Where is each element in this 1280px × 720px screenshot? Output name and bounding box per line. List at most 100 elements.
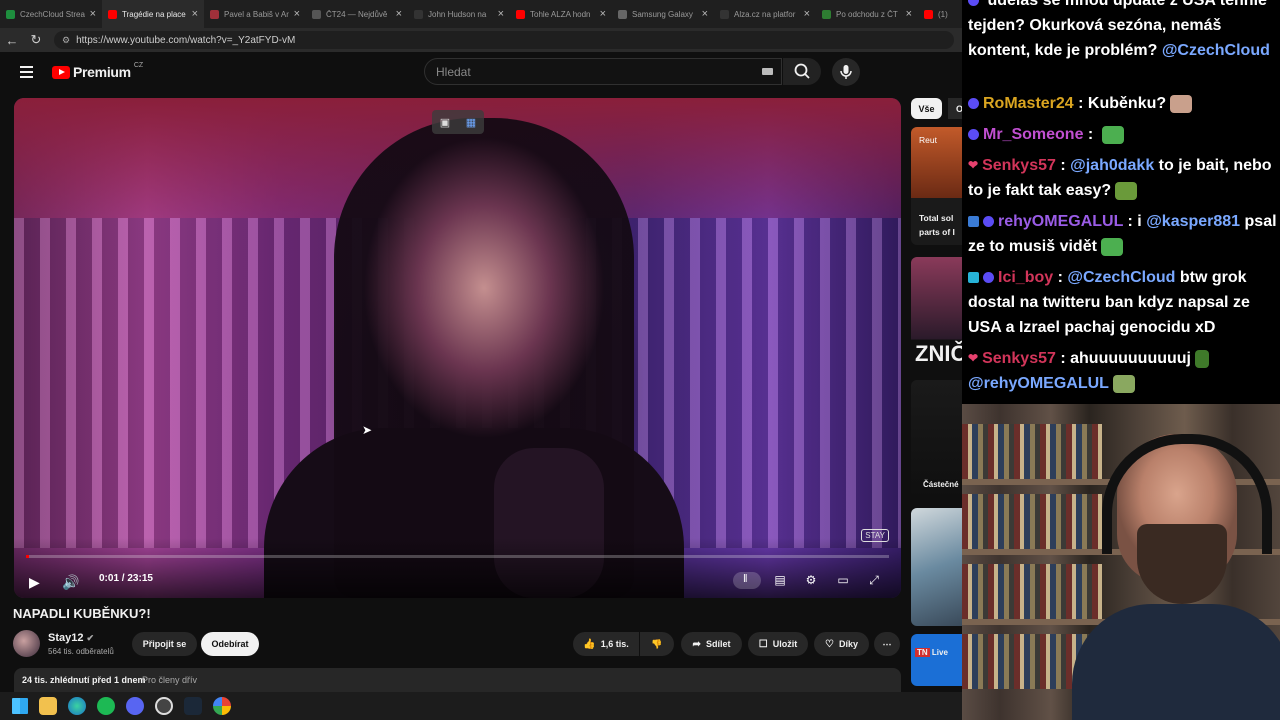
os-taskbar <box>0 692 962 720</box>
chat-mention-0: @CzechCloud <box>1161 42 1270 59</box>
chat-text-6: ahuuuuuuuuuuj <box>1070 350 1191 367</box>
recommended-video-1[interactable]: Reut Total sol parts of I <box>911 127 962 245</box>
join-button[interactable]: Připojit se <box>132 632 197 656</box>
volume-icon[interactable]: 🔊 <box>62 574 79 591</box>
progress-bar[interactable] <box>26 555 889 558</box>
rec2-caption: ZNIČ <box>915 341 962 366</box>
subscribe-button[interactable]: Odebírat <box>201 632 259 656</box>
close-tab-icon[interactable]: × <box>396 8 402 20</box>
close-tab-icon[interactable]: × <box>804 8 810 20</box>
join-label: Připojit se <box>142 639 187 649</box>
chat-message-3: ❤ Senkys57 : @jah0dakk to je bait, nebo t… <box>968 153 1280 203</box>
chip-next[interactable]: O <box>948 98 962 119</box>
menu-icon[interactable] <box>20 66 33 81</box>
dislike-button[interactable]: 👎 <box>640 632 674 656</box>
chat-badge-icon <box>968 129 979 141</box>
chat-message-5: Ici_boy : @CzechCloud btw grok dostal na… <box>968 269 1250 336</box>
close-tab-icon[interactable]: × <box>192 8 198 20</box>
webcam-person-body <box>1072 604 1280 720</box>
spotify-icon[interactable] <box>97 697 115 715</box>
search-input[interactable]: Hledat <box>424 58 782 85</box>
youtube-logo[interactable]: Premium CZ <box>52 62 143 80</box>
subscriber-count: 564 tis. odběratelů <box>48 647 114 656</box>
browser-tab[interactable]: Pavel a Babiš v Ar × <box>204 0 306 28</box>
chat-badge-icon <box>983 216 994 228</box>
tab-title: Samsung Galaxy <box>632 9 693 19</box>
tab-title: Pavel a Babiš v Ar <box>224 9 289 19</box>
discord-icon[interactable] <box>126 697 144 715</box>
browser-tab[interactable]: Samsung Galaxy × <box>612 0 714 28</box>
steam-icon[interactable] <box>184 697 202 715</box>
search-placeholder: Hledat <box>436 64 471 79</box>
headphones-icon <box>1102 434 1272 554</box>
tab-favicon-icon <box>6 9 15 19</box>
current-time: 0:01 <box>99 573 120 584</box>
browser-tab[interactable]: Tohle ALZA hodn × <box>510 0 612 28</box>
channel-watermark[interactable]: STAY <box>861 529 889 542</box>
edge-browser-icon[interactable] <box>68 697 86 715</box>
cast-icon[interactable]: ▦ <box>466 116 476 129</box>
recommended-video-5[interactable]: TN Live <box>911 634 962 686</box>
fullscreen-icon[interactable]: ⤢ <box>865 572 883 588</box>
voice-search-button[interactable] <box>832 58 860 86</box>
chat-mention-6: @rehyOMEGALUL <box>968 375 1109 393</box>
autoplay-toggle[interactable] <box>733 572 761 589</box>
recommended-video-2[interactable]: ZNIČ <box>911 257 962 375</box>
theater-mode-icon[interactable]: ▭ <box>834 572 852 588</box>
close-tab-icon[interactable]: × <box>600 8 606 20</box>
share-button[interactable]: ➦ Sdílet <box>681 632 742 656</box>
channel-name[interactable]: Stay12 <box>48 632 83 644</box>
rec1-caption-2: Total sol <box>919 213 954 223</box>
tab-title: CzechCloud Strea <box>20 9 85 19</box>
play-button[interactable]: ▶ <box>29 574 40 591</box>
chat-message-4: rehyOMEGALUL : i @kasper881 psal ze to m… <box>968 213 1277 256</box>
more-horizontal-icon: ⋯ <box>882 638 892 649</box>
recommended-video-4[interactable] <box>911 508 962 626</box>
like-button[interactable]: 👍 1,6 tis. <box>573 632 639 656</box>
close-tab-icon[interactable]: × <box>90 8 96 20</box>
file-explorer-icon[interactable] <box>39 697 57 715</box>
tab-title: Alza.cz na platfor <box>734 9 796 19</box>
browser-tab[interactable]: Po odchodu z ČT × <box>816 0 918 28</box>
more-actions-button[interactable]: ⋯ <box>874 632 900 656</box>
windows-start-icon[interactable] <box>12 698 28 714</box>
subtitles-icon[interactable]: ▤ <box>771 572 789 588</box>
chat-badge-icon <box>968 272 979 284</box>
settings-gear-icon[interactable]: ⚙ <box>802 572 820 588</box>
url-field[interactable]: ⚙ https://www.youtube.com/watch?v=_Y2atF… <box>54 31 954 49</box>
browser-tab-bar: CzechCloud Strea × Tragédie na place × Pavel… <box>0 0 962 28</box>
thanks-button[interactable]: ♡ Díky <box>814 632 869 656</box>
browser-tab[interactable]: (1)× <box>918 0 962 28</box>
video-player[interactable]: ▣ ▦ STAY ➤ ▶ 🔊 0:01 / 23:15 ▤ ⚙ ▭ ⤢ <box>14 98 901 598</box>
close-tab-icon[interactable]: × <box>498 8 504 20</box>
miniplayer-icon[interactable]: ▣ <box>440 116 450 129</box>
heart-badge-icon: ❤ <box>968 158 979 173</box>
thumbs-up-icon: 👍 <box>583 638 596 650</box>
chat-user-6: Senkys57 <box>982 350 1056 367</box>
close-tab-icon[interactable]: × <box>906 8 912 20</box>
browser-tab[interactable]: Tragédie na place × <box>102 0 204 28</box>
chat-mention-4: @kasper881 <box>1146 213 1241 230</box>
browser-tab[interactable]: John Hudson na × <box>408 0 510 28</box>
chrome-icon[interactable] <box>213 697 231 715</box>
save-button[interactable]: ☐ Uložit <box>748 632 808 656</box>
emote-pepe-icon <box>1101 125 1124 144</box>
reload-icon[interactable]: ↻ <box>24 32 48 48</box>
rec3-caption: Částečné <box>923 480 959 489</box>
obs-icon[interactable] <box>155 697 173 715</box>
channel-avatar[interactable] <box>13 630 40 657</box>
site-info-icon[interactable]: ⚙ <box>62 35 70 46</box>
back-icon[interactable]: ← <box>0 33 24 48</box>
search-button[interactable] <box>783 58 821 85</box>
url-text: https://www.youtube.com/watch?v=_Y2atFYD… <box>76 34 296 46</box>
keyboard-icon[interactable] <box>762 68 773 75</box>
browser-tab[interactable]: ČT24 — Nejdůvě × <box>306 0 408 28</box>
recommended-video-3[interactable]: Částečné <box>911 380 962 498</box>
channel-name-row[interactable]: Stay12 ✔ <box>48 632 94 644</box>
chip-all[interactable]: Vše <box>911 98 942 119</box>
close-tab-icon[interactable]: × <box>294 8 300 20</box>
player-top-overlay: ▣ ▦ <box>432 110 484 134</box>
browser-tab[interactable]: CzechCloud Strea × <box>0 0 102 28</box>
close-tab-icon[interactable]: × <box>702 8 708 20</box>
browser-tab[interactable]: Alza.cz na platfor × <box>714 0 816 28</box>
